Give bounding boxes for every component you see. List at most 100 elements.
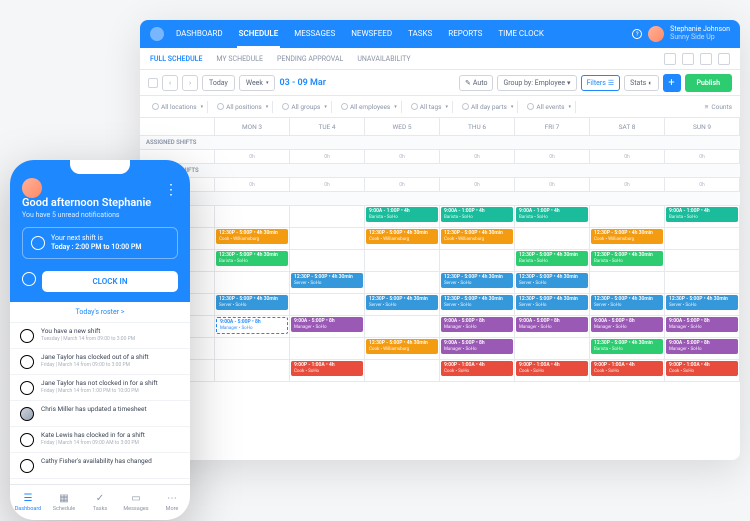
filter-select[interactable]: All groups▾	[278, 101, 332, 113]
nav-messages[interactable]: MESSAGES	[292, 21, 337, 48]
nav-reports[interactable]: REPORTS	[446, 21, 484, 48]
schedule-cell[interactable]: 9:00A - 1:00P • 4hBarista • SoHo	[365, 206, 440, 227]
day-col[interactable]: SUN 9	[665, 118, 740, 135]
shift-block[interactable]: 12:30P - 5:00P • 4h 30minBarista • SoHo	[516, 251, 588, 266]
day-col[interactable]: MON 3	[215, 118, 290, 135]
feed-item[interactable]: Cathy Fisher's availability has changed	[10, 453, 190, 479]
feed-item[interactable]: Jane Taylor has not clocked in for a shi…	[10, 375, 190, 401]
feed-item[interactable]: Kate Lewis has clocked in for a shiftFri…	[10, 427, 190, 453]
schedule-cell[interactable]	[290, 338, 365, 359]
schedule-cell[interactable]: 12:30P - 5:00P • 4h 30minBarista • SoHo	[215, 250, 290, 271]
filters-button[interactable]: Filters ☰	[581, 75, 621, 91]
schedule-cell[interactable]	[365, 272, 440, 293]
schedule-cell[interactable]	[215, 272, 290, 293]
shift-block[interactable]: 9:00A - 5:00P • 8hManager • SoHo	[666, 317, 738, 332]
schedule-cell[interactable]: 9:00A - 5:00P • 8hManager • SoHo	[665, 338, 740, 359]
shift-block[interactable]: 9:00A - 5:00P • 8hManager • SoHo	[591, 317, 663, 332]
shift-block[interactable]: 12:30P - 5:00P • 4h 30minServer • SoHo	[441, 273, 513, 288]
schedule-cell[interactable]: 12:30P - 5:00P • 4h 30minServer • SoHo	[515, 272, 590, 293]
filter-select[interactable]: All positions▾	[213, 101, 273, 113]
schedule-cell[interactable]: 9:00A - 5:00P • 8hManager • SoHo	[590, 316, 665, 337]
shift-block[interactable]: 12:30P - 5:00P • 4h 30minServer • SoHo	[591, 295, 663, 310]
schedule-cell[interactable]	[290, 294, 365, 315]
day-col[interactable]: TUE 4	[290, 118, 365, 135]
prev-arrow[interactable]: ‹	[162, 75, 178, 91]
feed-item[interactable]: You have a new shiftTuesday | March 14 f…	[10, 323, 190, 349]
schedule-cell[interactable]: 12:30P - 5:00P • 4h 30minCook • Williams…	[365, 338, 440, 359]
tab-dashboard[interactable]: ☰Dashboard	[10, 485, 46, 520]
schedule-cell[interactable]: 12:30P - 5:00P • 4h 30minServer • SoHo	[290, 272, 365, 293]
shift-block[interactable]: 9:00A - 5:00P • 8hManager • SoHo	[666, 339, 738, 354]
schedule-cell[interactable]: 12:30P - 5:00P • 4h 30minBarista • SoHo	[515, 250, 590, 271]
shift-block[interactable]: 9:00A - 5:00P • 8hManager • SoHo	[516, 317, 588, 332]
schedule-cell[interactable]: 12:30P - 5:00P • 4h 30minCook • Williams…	[215, 228, 290, 249]
menu-dots-icon[interactable]: ⋮	[164, 182, 178, 198]
shift-block[interactable]: 12:30P - 5:00P • 4h 30minBarista • SoHo	[591, 251, 663, 266]
select-all-checkbox[interactable]	[148, 78, 158, 88]
schedule-cell[interactable]	[290, 228, 365, 249]
schedule-cell[interactable]	[215, 338, 290, 359]
nav-tasks[interactable]: TASKS	[406, 21, 434, 48]
schedule-cell[interactable]: 9:00A - 5:00P • 8hManager • SoHo	[515, 316, 590, 337]
tab-messages[interactable]: ▭Messages	[118, 485, 154, 520]
schedule-cell[interactable]: 12:30P - 5:00P • 4h 30minServer • SoHo	[440, 294, 515, 315]
clock-in-button[interactable]: CLOCK IN	[42, 271, 178, 292]
nav-dashboard[interactable]: DASHBOARD	[174, 21, 225, 48]
shift-block[interactable]: 12:30P - 5:00P • 4h 30minServer • SoHo	[291, 273, 363, 288]
schedule-cell[interactable]	[365, 250, 440, 271]
schedule-cell[interactable]	[440, 250, 515, 271]
subtab-pending[interactable]: PENDING APPROVAL	[277, 55, 343, 63]
filter-select[interactable]: All events▾	[523, 101, 576, 113]
nav-schedule[interactable]: SCHEDULE	[237, 21, 281, 48]
schedule-cell[interactable]: 9:00A - 5:00P • 8hManager • SoHo	[440, 316, 515, 337]
schedule-cell[interactable]: 12:30P - 5:00P • 4h 30minServer • SoHo	[515, 294, 590, 315]
help-icon[interactable]: ?	[632, 29, 642, 39]
schedule-cell[interactable]: 9:00P - 1:00A • 4hCook • SoHo	[590, 360, 665, 381]
schedule-cell[interactable]	[290, 206, 365, 227]
avatar[interactable]	[648, 26, 664, 42]
shift-block[interactable]: 12:30P - 5:00P • 4h 30minCook • Williams…	[591, 229, 663, 244]
filter-select[interactable]: All tags▾	[407, 101, 453, 113]
shift-block[interactable]: 9:00A - 1:00P • 4hBarista • SoHo	[441, 207, 513, 222]
shift-block[interactable]: 9:00A - 1:00P • 4hBarista • SoHo	[666, 207, 738, 222]
view-selector[interactable]: Week▾	[239, 75, 276, 91]
tool-icon-2[interactable]	[682, 53, 694, 65]
schedule-cell[interactable]: 9:00P - 1:00A • 4hCook • SoHo	[440, 360, 515, 381]
shift-block[interactable]: 9:00P - 1:00A • 4hCook • SoHo	[516, 361, 588, 376]
user-menu[interactable]: ? Stephanie Johnson Sunny Side Up	[632, 26, 730, 42]
schedule-cell[interactable]: 12:30P - 5:00P • 4h 30minServer • SoHo	[590, 294, 665, 315]
schedule-cell[interactable]	[365, 360, 440, 381]
schedule-cell[interactable]	[590, 272, 665, 293]
shift-block[interactable]: 9:00A - 5:00P • 8hManager • SoHo	[291, 317, 363, 332]
day-col[interactable]: FRI 7	[515, 118, 590, 135]
schedule-cell[interactable]: 9:00A - 5:00P • 8hManager • SoHo	[290, 316, 365, 337]
nav-newsfeed[interactable]: NEWSFEED	[349, 21, 394, 48]
schedule-cell[interactable]: 12:30P - 5:00P • 4h 30minBarista • SoHo	[590, 338, 665, 359]
shift-block[interactable]: 9:00A - 1:00P • 4hBarista • SoHo	[516, 207, 588, 222]
tab-schedule[interactable]: ▦Schedule	[46, 485, 82, 520]
publish-button[interactable]: Publish	[685, 74, 732, 92]
tab-tasks[interactable]: ✓Tasks	[82, 485, 118, 520]
tool-icon-1[interactable]	[664, 53, 676, 65]
shift-block[interactable]: 9:00P - 1:00A • 4hCook • SoHo	[591, 361, 663, 376]
shift-block[interactable]: 12:30P - 5:00P • 4h 30minServer • SoHo	[366, 295, 438, 310]
nav-time clock[interactable]: TIME CLOCK	[496, 21, 545, 48]
shift-block[interactable]: 12:30P - 5:00P • 4h 30minCook • Williams…	[216, 229, 288, 244]
shift-block[interactable]: 12:30P - 5:00P • 4h 30minCook • Williams…	[441, 229, 513, 244]
schedule-cell[interactable]	[215, 360, 290, 381]
schedule-cell[interactable]	[665, 250, 740, 271]
filter-select[interactable]: All day parts▾	[458, 101, 518, 113]
schedule-cell[interactable]: 12:30P - 5:00P • 4h 30minServer • SoHo	[665, 294, 740, 315]
schedule-cell[interactable]	[515, 228, 590, 249]
schedule-cell[interactable]: 12:30P - 5:00P • 4h 30minServer • SoHo	[365, 294, 440, 315]
schedule-cell[interactable]: 9:00A - 1:00P • 4hBarista • SoHo	[515, 206, 590, 227]
schedule-cell[interactable]: 12:30P - 5:00P • 4h 30minServer • SoHo	[215, 294, 290, 315]
schedule-cell[interactable]: 9:00A - 5:00P • 8hManager • SoHo	[215, 316, 290, 337]
shift-block[interactable]: 9:00A - 5:00P • 8hManager • SoHo	[441, 339, 513, 354]
subtab-full[interactable]: FULL SCHEDULE	[150, 55, 202, 63]
shift-block[interactable]: 12:30P - 5:00P • 4h 30minBarista • SoHo	[591, 339, 663, 354]
feed-item[interactable]: Jane Taylor has clocked out of a shiftFr…	[10, 349, 190, 375]
shift-block[interactable]: 12:30P - 5:00P • 4h 30minServer • SoHo	[516, 295, 588, 310]
schedule-cell[interactable]	[365, 316, 440, 337]
schedule-cell[interactable]	[290, 250, 365, 271]
